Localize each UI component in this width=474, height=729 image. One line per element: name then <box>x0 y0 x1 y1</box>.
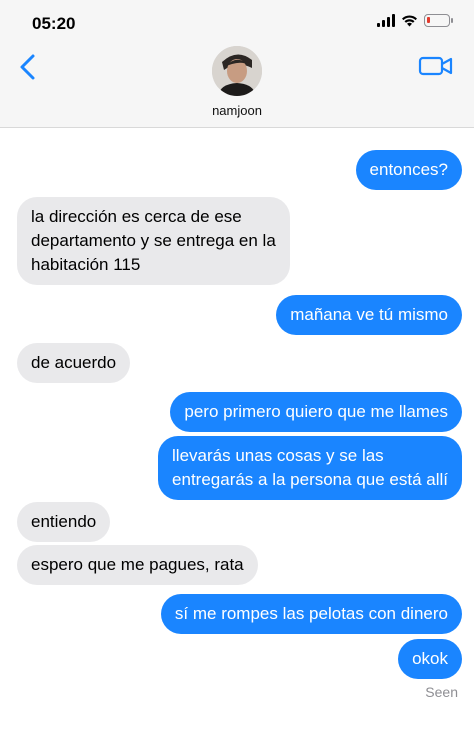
message-received[interactable]: espero que me pagues, rata <box>17 545 258 585</box>
message-sent[interactable]: sí me rompes las pelotas con dinero <box>160 594 462 634</box>
chevron-left-icon <box>20 54 35 80</box>
person-avatar-icon <box>212 46 262 96</box>
contact-name[interactable]: namjoon <box>0 103 474 118</box>
message-sent[interactable]: entonces? <box>355 150 462 190</box>
status-icons <box>377 14 453 27</box>
message-sent[interactable]: mañana ve tú mismo <box>276 295 462 335</box>
message-sent[interactable]: okok <box>398 639 462 679</box>
battery-level <box>427 17 430 23</box>
avatar[interactable] <box>212 46 262 96</box>
battery-icon <box>424 14 453 27</box>
message-received[interactable]: de acuerdo <box>17 343 131 383</box>
read-receipt: Seen <box>425 684 458 700</box>
video-camera-icon <box>418 56 453 76</box>
message-received[interactable]: entiendo <box>17 502 111 542</box>
back-button[interactable] <box>16 52 40 82</box>
message-received[interactable]: la dirección es cerca de ese departament… <box>17 197 290 285</box>
wifi-icon <box>402 15 417 27</box>
video-call-button[interactable] <box>418 54 454 78</box>
conversation-header: 05:20 namjoon <box>0 0 474 128</box>
status-time: 05:20 <box>32 14 76 33</box>
message-sent[interactable]: llevarás unas cosas y se las entregarás … <box>158 436 462 500</box>
signal-icon <box>377 14 395 27</box>
message-sent[interactable]: pero primero quiero que me llames <box>170 392 462 432</box>
